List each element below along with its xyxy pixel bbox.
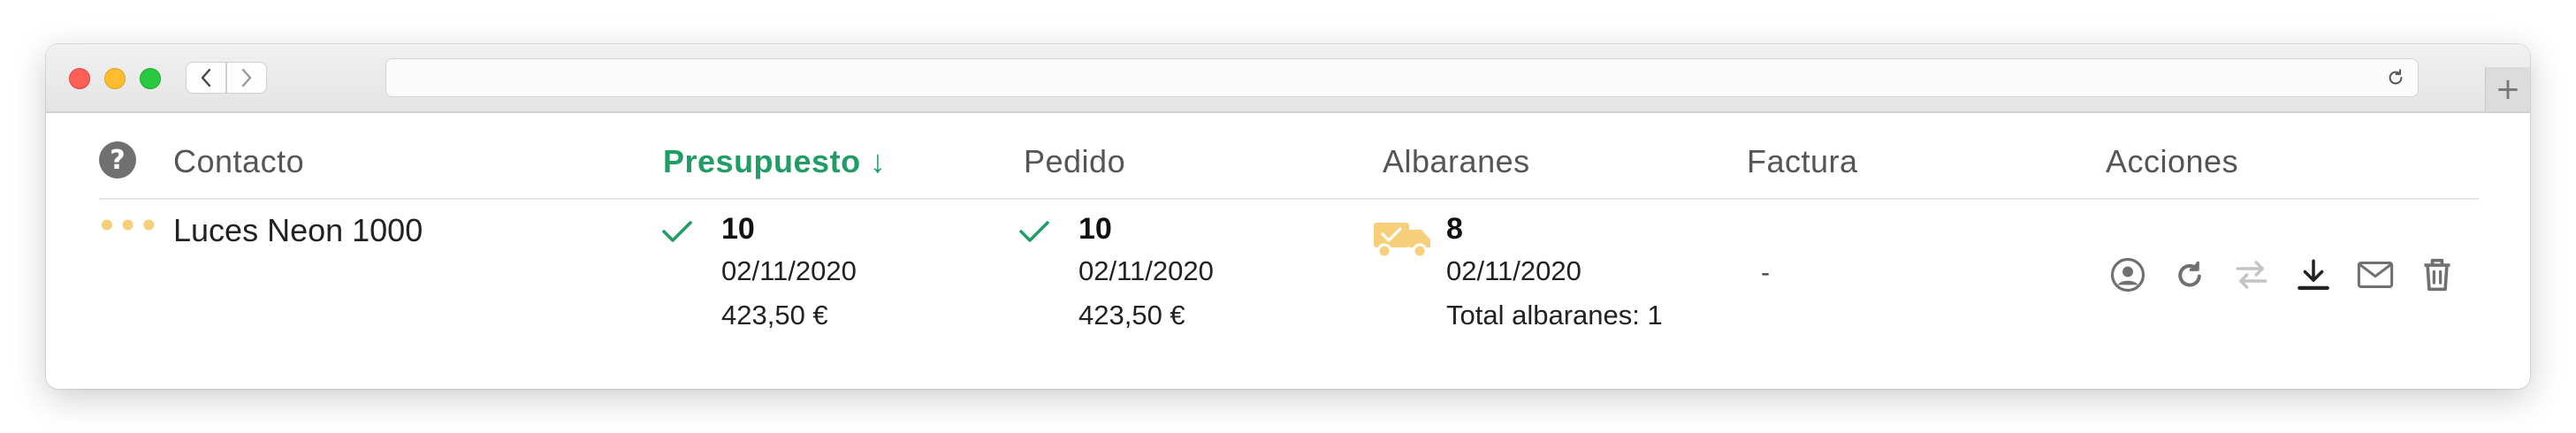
pedido-cell[interactable]: 10 02/11/2020 423,50 € (1078, 212, 1214, 331)
reload-icon (2389, 69, 2403, 85)
refresh-icon (2178, 262, 2201, 287)
help-icon[interactable]: ? (99, 141, 136, 179)
factura-value: - (1761, 258, 1770, 287)
check-icon (1019, 221, 1049, 242)
header-acciones: Acciones (2106, 143, 2239, 179)
header-albaranes[interactable]: Albaranes (1383, 143, 1530, 180)
check-icon (662, 221, 692, 242)
row-status-dots[interactable]: ••• (97, 209, 160, 244)
zoom-window-button[interactable] (140, 68, 161, 89)
view-contact-button[interactable] (2107, 254, 2148, 295)
albaranes-date: 02/11/2020 (1446, 255, 1581, 286)
download-icon (2298, 259, 2329, 290)
chevron-left-icon (201, 68, 211, 87)
row-actions (2107, 254, 2458, 295)
chevron-right-icon (241, 68, 252, 87)
browser-window: + ? Contacto Presupuesto ↓ Pedido Albara… (46, 44, 2530, 389)
header-contacto[interactable]: Contacto (173, 143, 304, 180)
reload-page-button[interactable] (2386, 68, 2405, 91)
trash-icon (2424, 258, 2450, 292)
download-button[interactable] (2293, 254, 2334, 295)
close-window-button[interactable] (69, 68, 90, 89)
pedido-date: 02/11/2020 (1078, 255, 1214, 286)
presupuesto-date: 02/11/2020 (721, 255, 857, 286)
convert-button[interactable] (2231, 254, 2272, 295)
new-tab-button[interactable]: + (2485, 67, 2530, 111)
header-factura[interactable]: Factura (1747, 143, 1858, 180)
regenerate-button[interactable] (2169, 254, 2210, 295)
albaranes-total: Total albaranes: 1 (1446, 300, 1663, 330)
presupuesto-number: 10 (721, 212, 755, 246)
minimize-window-button[interactable] (104, 68, 126, 89)
back-button[interactable] (186, 62, 226, 94)
mail-icon (2357, 261, 2394, 289)
header-divider (99, 198, 2479, 200)
presupuesto-amount: 423,50 € (721, 300, 828, 330)
forward-button[interactable] (226, 62, 267, 94)
delivery-truck-icon (1374, 223, 1430, 259)
page-content: ? Contacto Presupuesto ↓ Pedido Albarane… (46, 113, 2530, 389)
albaranes-number: 8 (1446, 212, 1463, 246)
delete-button[interactable] (2417, 254, 2458, 295)
row-contact[interactable]: Luces Neon 1000 (173, 212, 423, 249)
pedido-number: 10 (1078, 212, 1112, 246)
title-bar: + (46, 44, 2530, 113)
pedido-amount: 423,50 € (1078, 300, 1185, 330)
user-circle-icon (2110, 257, 2145, 292)
presupuesto-cell[interactable]: 10 02/11/2020 423,50 € (721, 212, 857, 331)
transfer-icon (2236, 261, 2267, 289)
header-presupuesto[interactable]: Presupuesto ↓ (663, 143, 887, 180)
albaranes-cell[interactable]: 8 02/11/2020 Total albaranes: 1 (1446, 212, 1663, 331)
address-bar[interactable] (385, 58, 2419, 97)
header-pedido[interactable]: Pedido (1024, 143, 1125, 180)
send-email-button[interactable] (2355, 254, 2396, 295)
